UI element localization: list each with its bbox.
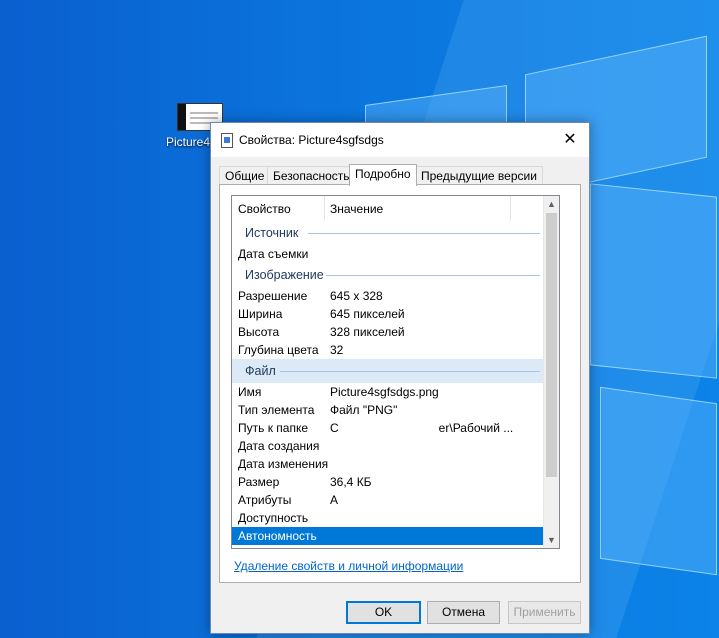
details-panel: Свойство Значение Источник Дата съемки И… xyxy=(219,184,581,583)
property-name: Общий доступ xyxy=(238,545,319,548)
property-name: Путь к папке xyxy=(238,421,309,435)
property-rows: Источник Дата съемки Изображение Разреше… xyxy=(232,221,544,548)
desktop-file-label: Picture4sgfsdgs xyxy=(166,135,210,149)
property-name: Дата изменения xyxy=(238,457,329,471)
property-name: Дата съемки xyxy=(238,247,309,261)
property-name: Атрибуты xyxy=(238,493,292,507)
dialog-title: Свойства: Picture4sgfsdgs xyxy=(239,133,384,147)
group-title: Источник xyxy=(245,226,299,240)
property-name: Ширина xyxy=(238,307,283,321)
group-title: Файл xyxy=(245,364,276,378)
group-divider xyxy=(326,275,540,276)
group-header-file[interactable]: Файл xyxy=(232,359,544,383)
table-row[interactable]: Тип элемента Файл "PNG" xyxy=(232,401,544,419)
property-value: 36,4 КБ xyxy=(330,475,372,489)
group-header-source[interactable]: Источник xyxy=(232,221,544,245)
scroll-thumb[interactable] xyxy=(546,213,557,477)
scroll-down-arrow-icon[interactable]: ▼ xyxy=(544,532,559,548)
property-name: Дата создания xyxy=(238,439,320,453)
table-row[interactable]: Дата создания xyxy=(232,437,544,455)
property-name: Имя xyxy=(238,385,262,399)
property-value: Файл "PNG" xyxy=(330,403,398,417)
window-pane-shape xyxy=(590,183,717,379)
property-value: 645 x 328 xyxy=(330,289,383,303)
property-value: Picture4sgfsdgs.png xyxy=(330,385,439,399)
property-name: Размер xyxy=(238,475,280,489)
table-row[interactable]: Разрешение 645 x 328 xyxy=(232,287,544,305)
table-row[interactable]: Путь к папке C er\Рабочий ... xyxy=(232,419,544,437)
tab-details[interactable]: Подробно xyxy=(349,164,417,186)
property-name: Разрешение xyxy=(238,289,308,303)
property-name: Тип элемента xyxy=(238,403,315,417)
vertical-scrollbar[interactable]: ▲ ▼ xyxy=(543,196,559,548)
property-name: Высота xyxy=(238,325,280,339)
property-value: C er\Рабочий ... xyxy=(330,421,514,435)
table-row[interactable]: Дата съемки xyxy=(232,245,544,263)
table-row[interactable]: Ширина 645 пикселей xyxy=(232,305,544,323)
column-separator[interactable] xyxy=(324,196,325,221)
close-button[interactable]: ✕ xyxy=(559,129,581,151)
window-pane-shape xyxy=(600,386,717,576)
apply-button[interactable]: Применить xyxy=(508,601,581,624)
property-name: Автономность xyxy=(238,529,317,543)
table-row-selected[interactable]: Автономность xyxy=(232,527,544,545)
tab-previous-versions[interactable]: Предыдущие версии xyxy=(415,166,543,185)
cancel-button[interactable]: Отмена xyxy=(427,601,500,624)
property-value: 32 xyxy=(330,343,344,357)
column-header-property[interactable]: Свойство xyxy=(238,202,291,216)
group-title: Изображение xyxy=(245,268,324,282)
scroll-up-arrow-icon[interactable]: ▲ xyxy=(544,196,559,212)
tab-general[interactable]: Общие xyxy=(219,166,271,185)
table-row[interactable]: Доступность xyxy=(232,509,544,527)
table-row[interactable]: Дата изменения xyxy=(232,455,544,473)
table-row[interactable]: Общий доступ xyxy=(232,545,544,548)
table-row[interactable]: Размер 36,4 КБ xyxy=(232,473,544,491)
table-row[interactable]: Глубина цвета 32 xyxy=(232,341,544,359)
title-bar[interactable]: Свойства: Picture4sgfsdgs ✕ xyxy=(211,123,589,157)
group-divider xyxy=(308,233,540,234)
file-properties-icon xyxy=(221,133,233,148)
group-divider xyxy=(280,371,540,372)
property-value: 328 пикселей xyxy=(330,325,405,339)
column-header-value[interactable]: Значение xyxy=(330,202,383,216)
properties-list[interactable]: Свойство Значение Источник Дата съемки И… xyxy=(231,195,560,549)
property-value: A xyxy=(330,493,339,507)
property-name: Глубина цвета xyxy=(238,343,319,357)
column-separator[interactable] xyxy=(510,196,511,221)
properties-dialog: Свойства: Picture4sgfsdgs ✕ Общие Безопа… xyxy=(210,122,590,634)
tab-security[interactable]: Безопасность xyxy=(267,166,356,185)
table-row[interactable]: Имя Picture4sgfsdgs.png xyxy=(232,383,544,401)
table-row[interactable]: Атрибуты A xyxy=(232,491,544,509)
table-row[interactable]: Высота 328 пикселей xyxy=(232,323,544,341)
list-header: Свойство Значение xyxy=(232,196,544,222)
remove-properties-link[interactable]: Удаление свойств и личной информации xyxy=(234,559,463,573)
group-header-image[interactable]: Изображение xyxy=(232,263,544,287)
property-name: Доступность xyxy=(238,511,309,525)
property-value: 645 пикселей xyxy=(330,307,405,321)
ok-button[interactable]: OK xyxy=(346,601,421,624)
